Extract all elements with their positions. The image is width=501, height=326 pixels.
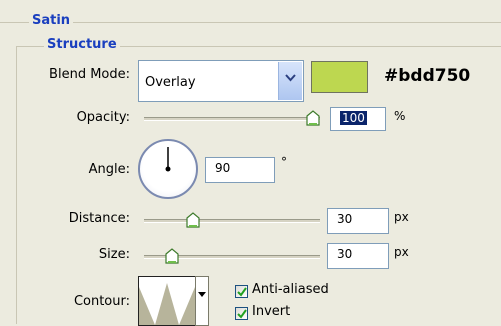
color-hex-label: #bdd750	[384, 66, 471, 86]
angle-dial[interactable]	[138, 139, 198, 199]
distance-unit: px	[394, 210, 409, 224]
blend-mode-label: Blend Mode:	[49, 67, 130, 82]
size-slider-thumb-icon[interactable]	[165, 248, 179, 264]
dropdown-arrow-icon[interactable]	[278, 62, 302, 100]
distance-label: Distance:	[68, 211, 130, 226]
structure-title: Structure	[44, 37, 120, 52]
size-label: Size:	[98, 247, 130, 262]
contour-label: Contour:	[73, 294, 130, 309]
opacity-slider[interactable]	[144, 117, 320, 121]
invert-checkbox[interactable]	[235, 307, 248, 320]
checkmark-icon	[237, 287, 247, 297]
size-unit: px	[394, 245, 409, 259]
angle-input[interactable]: 90	[205, 157, 275, 183]
distance-input[interactable]: 30	[327, 208, 389, 234]
contour-dropdown-arrow-icon	[198, 292, 206, 297]
angle-unit: °	[281, 155, 287, 169]
blend-mode-value: Overlay	[145, 75, 196, 90]
invert-label[interactable]: Invert	[252, 304, 290, 319]
anti-aliased-label[interactable]: Anti-aliased	[252, 282, 329, 297]
anti-aliased-checkbox[interactable]	[235, 285, 248, 298]
contour-dropdown-button[interactable]	[195, 276, 209, 326]
size-input[interactable]: 30	[327, 243, 389, 269]
angle-label: Angle:	[88, 162, 130, 177]
color-swatch[interactable]	[311, 61, 368, 93]
satin-title: Satin	[29, 13, 74, 28]
opacity-input[interactable]: 100	[330, 107, 386, 131]
checkmark-icon	[237, 309, 247, 319]
contour-preview[interactable]	[138, 276, 196, 326]
opacity-slider-thumb-icon[interactable]	[306, 110, 320, 126]
contour-curve-icon	[139, 283, 195, 325]
opacity-unit: %	[394, 109, 406, 123]
distance-slider[interactable]	[144, 219, 320, 223]
distance-slider-thumb-icon[interactable]	[186, 212, 200, 228]
blend-mode-select[interactable]: Overlay	[138, 60, 304, 102]
opacity-label: Opacity:	[76, 110, 130, 125]
